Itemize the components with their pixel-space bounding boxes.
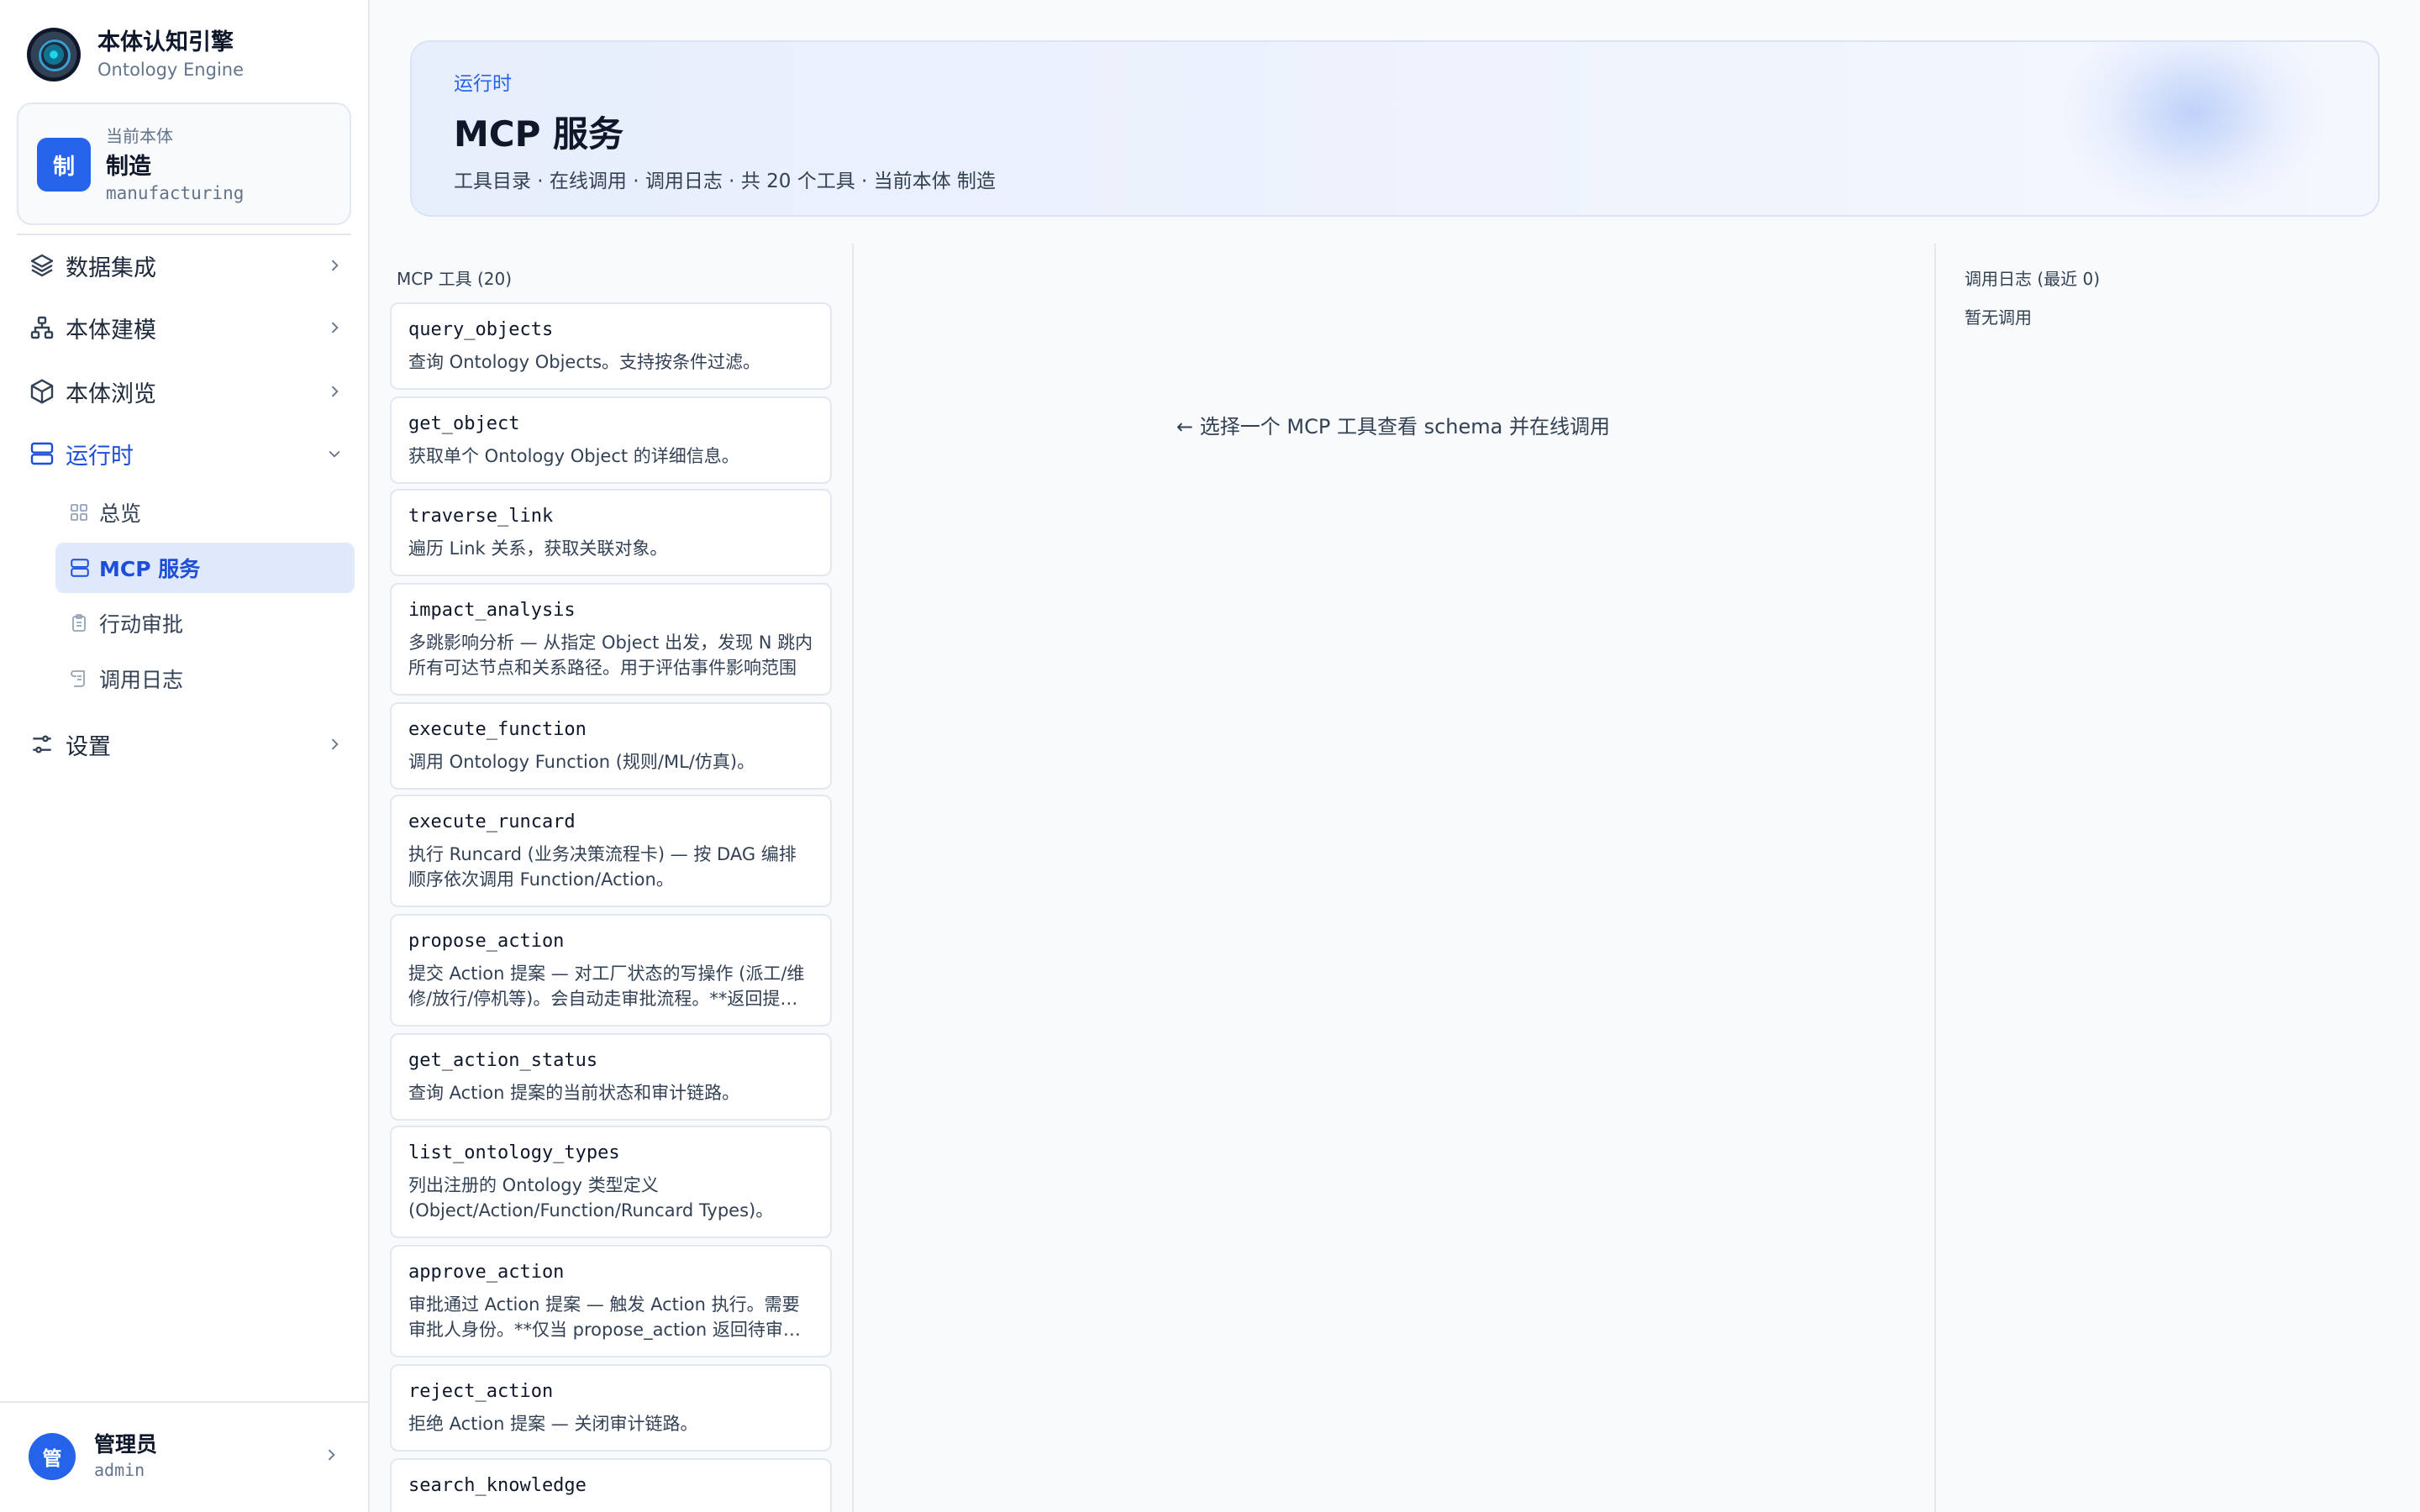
tool-card[interactable]: get_object 获取单个 Ontology Object 的详细信息。 (390, 396, 832, 484)
sidebar-item-label: 运行时 (66, 443, 134, 470)
tool-description: 获取单个 Ontology Object 的详细信息。 (408, 446, 739, 466)
sidebar-item-browse[interactable]: 本体浏览 (17, 366, 351, 417)
user-menu[interactable]: 管 管理员 admin (29, 1430, 339, 1483)
user-id: admin (94, 1460, 145, 1480)
tools-heading: MCP 工具 (20) (397, 269, 513, 289)
page-header: 运行时 MCP 服务 工具目录 · 在线调用 · 调用日志 · 共 20 个工具… (410, 40, 2380, 217)
sidebar: 本体认知引擎 Ontology Engine 制 当前本体 制造 manufac… (0, 0, 370, 1512)
sidebar-subitem-overview[interactable]: 总览 (55, 487, 355, 538)
tool-name: reject_action (408, 1381, 554, 1402)
layers-icon (17, 252, 60, 279)
tool-name: get_action_status (408, 1050, 598, 1071)
tool-card[interactable]: search_knowledge (390, 1458, 832, 1512)
sidebar-subitem-label: 行动审批 (99, 612, 184, 637)
sidebar-item-label: 设置 (66, 733, 111, 760)
tool-name: approve_action (408, 1262, 565, 1283)
scroll-icon (55, 669, 94, 689)
sidebar-subitem-label: 总览 (99, 501, 142, 526)
sidebar-subitem-label: MCP 服务 (99, 557, 201, 581)
chevron-right-icon (323, 1446, 339, 1467)
sliders-icon (17, 731, 60, 758)
user-name: 管理员 (94, 1432, 158, 1457)
tool-card[interactable]: traverse_link 遍历 Link 关系，获取关联对象。 (390, 489, 832, 576)
tool-card[interactable]: propose_action 提交 Action 提案 — 对工厂状态的写操作 … (390, 914, 832, 1026)
tool-name: execute_runcard (408, 811, 576, 832)
ontology-name: 制造 (106, 154, 151, 180)
sidebar-item-label: 数据集成 (66, 255, 156, 281)
tool-name: execute_function (408, 719, 587, 740)
sidebar-item-modeling[interactable]: 本体建模 (17, 302, 351, 353)
chevron-right-icon (318, 383, 351, 400)
chevron-right-icon (318, 257, 351, 274)
sidebar-footer-divider (0, 1401, 370, 1403)
current-ontology-card[interactable]: 制 当前本体 制造 manufacturing (17, 102, 351, 225)
avatar: 管 (29, 1433, 76, 1480)
tool-name: propose_action (408, 931, 565, 952)
tool-description: 审批通过 Action 提案 — 触发 Action 执行。需要审批人身份。**… (408, 1294, 801, 1340)
sidebar-item-settings[interactable]: 设置 (17, 719, 351, 769)
sidebar-subitem-approval[interactable]: 行动审批 (55, 598, 355, 648)
sidebar-subitem-mcp[interactable]: MCP 服务 (55, 543, 355, 593)
tool-description: 拒绝 Action 提案 — 关闭审计链路。 (408, 1414, 698, 1434)
tool-description: 多跳影响分析 — 从指定 Object 出发，发现 N 跳内所有可达节点和关系路… (408, 633, 813, 678)
sidebar-subitem-logs[interactable]: 调用日志 (55, 654, 355, 704)
tool-description: 提交 Action 提案 — 对工厂状态的写操作 (派工/维修/放行/停机等)。… (408, 963, 805, 1009)
grid-icon (55, 502, 94, 522)
tool-description: 列出注册的 Ontology 类型定义 (Object/Action/Funct… (408, 1175, 774, 1221)
chevron-down-icon (318, 445, 351, 462)
brand[interactable]: 本体认知引擎 Ontology Engine (27, 27, 244, 82)
tool-card[interactable]: list_ontology_types 列出注册的 Ontology 类型定义 … (390, 1126, 832, 1238)
column-divider (1934, 244, 1936, 1512)
tool-card[interactable]: reject_action 拒绝 Action 提案 — 关闭审计链路。 (390, 1364, 832, 1452)
page-description: 工具目录 · 在线调用 · 调用日志 · 共 20 个工具 · 当前本体 制造 (454, 171, 996, 192)
cube-icon (17, 378, 60, 405)
sidebar-item-label: 本体建模 (66, 317, 156, 344)
tool-card[interactable]: get_action_status 查询 Action 提案的当前状态和审计链路… (390, 1033, 832, 1121)
sidebar-item-runtime[interactable]: 运行时 (17, 428, 351, 479)
tool-card[interactable]: approve_action 审批通过 Action 提案 — 触发 Actio… (390, 1245, 832, 1357)
tool-description: 查询 Action 提案的当前状态和审计链路。 (408, 1083, 740, 1103)
tool-description: 查询 Ontology Objects。支持按条件过滤。 (408, 352, 761, 372)
hierarchy-icon (17, 314, 60, 341)
server-icon (17, 440, 60, 467)
server-icon (55, 557, 94, 579)
tool-name: search_knowledge (408, 1475, 587, 1496)
brand-subtitle: Ontology Engine (97, 60, 245, 80)
ontology-code: manufacturing (106, 183, 245, 203)
page-title: MCP 服务 (454, 113, 624, 155)
sidebar-item-label: 本体浏览 (66, 381, 156, 407)
sidebar-divider (17, 234, 351, 235)
ontology-badge: 制 (37, 138, 91, 192)
logs-empty-text: 暂无调用 (1965, 307, 2032, 328)
sidebar-subitem-label: 调用日志 (99, 668, 184, 692)
logs-heading: 调用日志 (最近 0) (1965, 269, 2101, 289)
ontology-label: 当前本体 (106, 126, 173, 146)
clipboard-icon (55, 613, 94, 633)
brand-title: 本体认知引擎 (97, 29, 234, 55)
breadcrumb: 运行时 (454, 73, 512, 95)
tool-description: 遍历 Link 关系，获取关联对象。 (408, 538, 668, 559)
tool-description: 执行 Runcard (业务决策流程卡) — 按 DAG 编排顺序依次调用 Fu… (408, 844, 797, 890)
banner-decoration (2059, 42, 2328, 215)
tool-name: impact_analysis (408, 600, 576, 621)
sidebar-item-data-integration[interactable]: 数据集成 (17, 240, 351, 291)
tool-name: list_ontology_types (408, 1142, 620, 1163)
tool-card[interactable]: execute_runcard 执行 Runcard (业务决策流程卡) — 按… (390, 795, 832, 907)
tool-card[interactable]: execute_function 调用 Ontology Function (规… (390, 702, 832, 790)
empty-state-hint: ← 选择一个 MCP 工具查看 schema 并在线调用 (1176, 415, 1610, 438)
chevron-right-icon (318, 319, 351, 336)
tool-description: 调用 Ontology Function (规则/ML/仿真)。 (408, 752, 755, 772)
chevron-right-icon (318, 736, 351, 753)
tool-card[interactable]: query_objects 查询 Ontology Objects。支持按条件过… (390, 302, 832, 390)
tool-name: query_objects (408, 319, 554, 340)
tool-name: traverse_link (408, 506, 554, 527)
tool-name: get_object (408, 413, 520, 434)
brand-logo-icon (27, 28, 81, 81)
tool-card[interactable]: impact_analysis 多跳影响分析 — 从指定 Object 出发，发… (390, 583, 832, 696)
